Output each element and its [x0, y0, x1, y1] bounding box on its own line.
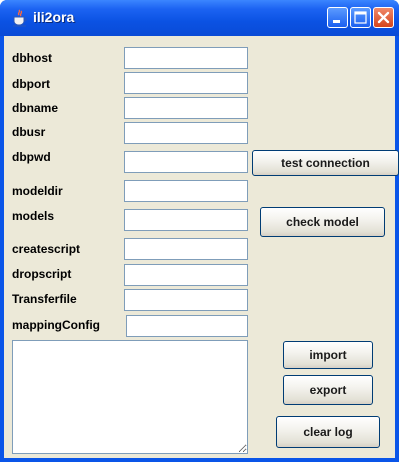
- close-icon: [377, 11, 390, 24]
- title-bar[interactable]: ili2ora: [0, 0, 399, 36]
- minimize-button[interactable]: [327, 7, 348, 28]
- dbhost-label: dbhost: [12, 51, 52, 65]
- minimize-icon: [333, 20, 340, 23]
- mappingconfig-label: mappingConfig: [12, 318, 100, 332]
- models-input[interactable]: [124, 209, 248, 231]
- mappingconfig-input[interactable]: [126, 315, 248, 337]
- dbport-input[interactable]: [124, 72, 248, 94]
- dbusr-label: dbusr: [12, 125, 46, 139]
- dropscript-label: dropscript: [12, 267, 72, 281]
- close-button[interactable]: [373, 7, 394, 28]
- modeldir-label: modeldir: [12, 184, 63, 198]
- dbhost-input[interactable]: [124, 47, 248, 69]
- check-model-button[interactable]: check model: [260, 207, 385, 237]
- transferfile-input[interactable]: [124, 289, 248, 311]
- clear-log-button[interactable]: clear log: [276, 416, 380, 448]
- java-cup-icon[interactable]: [12, 9, 28, 27]
- createscript-label: createscript: [12, 242, 81, 256]
- window-title: ili2ora: [33, 9, 75, 25]
- dbpwd-label: dbpwd: [12, 150, 51, 164]
- dbusr-input[interactable]: [124, 122, 248, 144]
- window-frame: [0, 458, 399, 462]
- dbname-label: dbname: [12, 101, 59, 115]
- createscript-input[interactable]: [124, 238, 248, 260]
- dbport-label: dbport: [12, 77, 50, 91]
- modeldir-input[interactable]: [124, 180, 248, 202]
- dropscript-input[interactable]: [124, 264, 248, 286]
- models-label: models: [12, 209, 55, 223]
- import-button[interactable]: import: [283, 341, 373, 369]
- log-textarea[interactable]: [12, 340, 248, 454]
- transferfile-label: Transferfile: [12, 292, 77, 306]
- test-connection-button[interactable]: test connection: [252, 150, 399, 176]
- export-button[interactable]: export: [283, 375, 373, 405]
- dbpwd-input[interactable]: [124, 151, 248, 173]
- maximize-button[interactable]: [350, 7, 371, 28]
- dbname-input[interactable]: [124, 97, 248, 119]
- maximize-icon: [354, 11, 367, 24]
